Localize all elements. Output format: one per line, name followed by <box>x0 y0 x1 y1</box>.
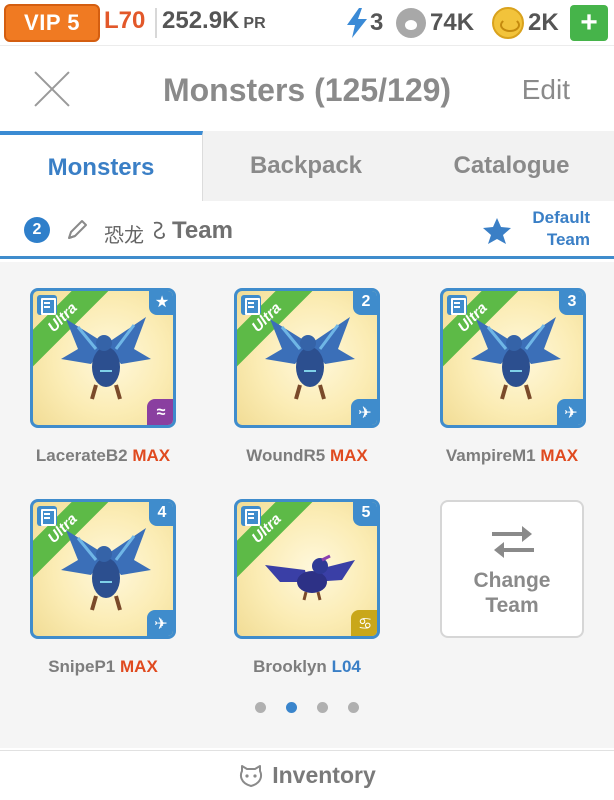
change-team-button[interactable]: Change Team <box>440 500 584 638</box>
change-team-line1: Change <box>473 569 551 592</box>
details-icon[interactable] <box>37 506 57 526</box>
monster-name-label: VampireM1 MAX <box>422 446 602 466</box>
monster-face-icon <box>240 764 263 787</box>
header: Monsters (125/129) Edit <box>0 47 614 131</box>
details-icon[interactable] <box>241 295 261 315</box>
divider <box>155 8 157 38</box>
energy-counter[interactable]: 3 <box>344 5 383 41</box>
spiral-icon: ♋ <box>351 610 377 636</box>
team-bar: 2 恐龙 Team Default Team <box>0 201 614 259</box>
pencil-icon[interactable] <box>64 217 90 243</box>
monster-portrait <box>61 317 151 400</box>
monster-level: MAX <box>120 657 158 676</box>
gold-value: 2K <box>528 9 559 36</box>
monster-portrait <box>265 317 355 400</box>
monster-portrait <box>61 528 151 611</box>
energy-value: 3 <box>370 9 384 36</box>
details-icon[interactable] <box>241 506 261 526</box>
monster-name: VampireM1 <box>445 446 536 465</box>
monster-name: SnipeP1 <box>48 657 116 676</box>
vip-badge[interactable]: VIP 5 <box>4 4 100 42</box>
wind-icon: ✈ <box>351 399 377 425</box>
paw-icon <box>396 8 426 38</box>
coin-icon <box>492 7 524 39</box>
monster-card[interactable]: Ultra 4 ✈ <box>30 499 176 639</box>
wind-icon: ✈ <box>147 610 173 636</box>
player-level: L70 <box>104 7 146 34</box>
team-name: Team <box>172 217 233 244</box>
monster-name-label: WoundR5 MAX <box>217 446 397 466</box>
monster-name-label: Brooklyn L04 <box>217 657 397 677</box>
tab-monsters[interactable]: Monsters <box>0 131 203 201</box>
details-icon[interactable] <box>447 295 467 315</box>
team-number-badge: 2 <box>24 217 50 243</box>
change-team-line2: Team <box>485 594 539 617</box>
default-team-line1: Default <box>532 208 590 227</box>
swap-arrows-icon <box>492 526 534 558</box>
details-icon[interactable] <box>37 295 57 315</box>
page-dot[interactable] <box>317 702 328 713</box>
monster-name: LacerateB2 <box>35 446 128 465</box>
monster-card[interactable]: Ultra 3 ✈ <box>440 288 586 428</box>
change-team-label: Change Team <box>442 568 582 618</box>
wind-icon: ✈ <box>557 399 583 425</box>
monster-level: MAX <box>132 446 171 465</box>
monster-name: Brooklyn <box>253 657 327 676</box>
inventory-label: Inventory <box>272 762 376 788</box>
gold-counter[interactable]: 2K <box>492 5 559 41</box>
default-team-button[interactable]: Default Team <box>532 207 590 251</box>
monster-portrait <box>471 317 561 400</box>
team-name-prefix: 恐龙 <box>104 225 144 247</box>
page-dot[interactable] <box>255 702 266 713</box>
page-dot-active[interactable] <box>286 702 297 713</box>
power-rating-suffix: PR <box>243 15 266 32</box>
tab-bar: Monsters Backpack Catalogue <box>0 131 614 201</box>
food-value: 74K <box>430 9 475 36</box>
monster-level: MAX <box>540 446 579 465</box>
dragon-glyph-icon <box>153 221 165 239</box>
star-icon <box>483 218 511 244</box>
default-team-line2: Team <box>546 230 590 249</box>
add-currency-button[interactable]: + <box>570 5 608 41</box>
monster-name-label: SnipeP1 MAX <box>13 657 193 677</box>
monster-name-label: LacerateB2 MAX <box>13 446 193 466</box>
power-rating: 252.9K PR <box>162 7 266 35</box>
monster-level: L04 <box>331 657 361 676</box>
food-counter[interactable]: 74K <box>396 5 474 41</box>
monster-grid: Ultra ★ ≈ LacerateB2 MAX Ultra 2 ✈ Wound… <box>0 262 614 748</box>
lightning-icon <box>347 8 367 38</box>
edit-button[interactable]: Edit <box>522 74 570 106</box>
page-indicator <box>0 702 614 722</box>
tab-catalogue[interactable]: Catalogue <box>409 131 614 201</box>
wave-icon: ≈ <box>147 399 173 425</box>
monster-level: MAX <box>329 446 368 465</box>
tab-backpack[interactable]: Backpack <box>203 131 409 201</box>
page-dot[interactable] <box>348 702 359 713</box>
status-bar: VIP 5 L70 252.9K PR 3 74K 2K + <box>0 0 614 46</box>
power-rating-value: 252.9K <box>162 7 240 34</box>
inventory-button[interactable]: Inventory <box>0 750 614 800</box>
monster-card[interactable]: Ultra ★ ≈ <box>30 288 176 428</box>
monster-portrait <box>265 554 355 601</box>
monster-card[interactable]: Ultra 2 ✈ <box>234 288 380 428</box>
monster-name: WoundR5 <box>246 446 326 465</box>
monster-card[interactable]: Ultra 5 ♋ <box>234 499 380 639</box>
